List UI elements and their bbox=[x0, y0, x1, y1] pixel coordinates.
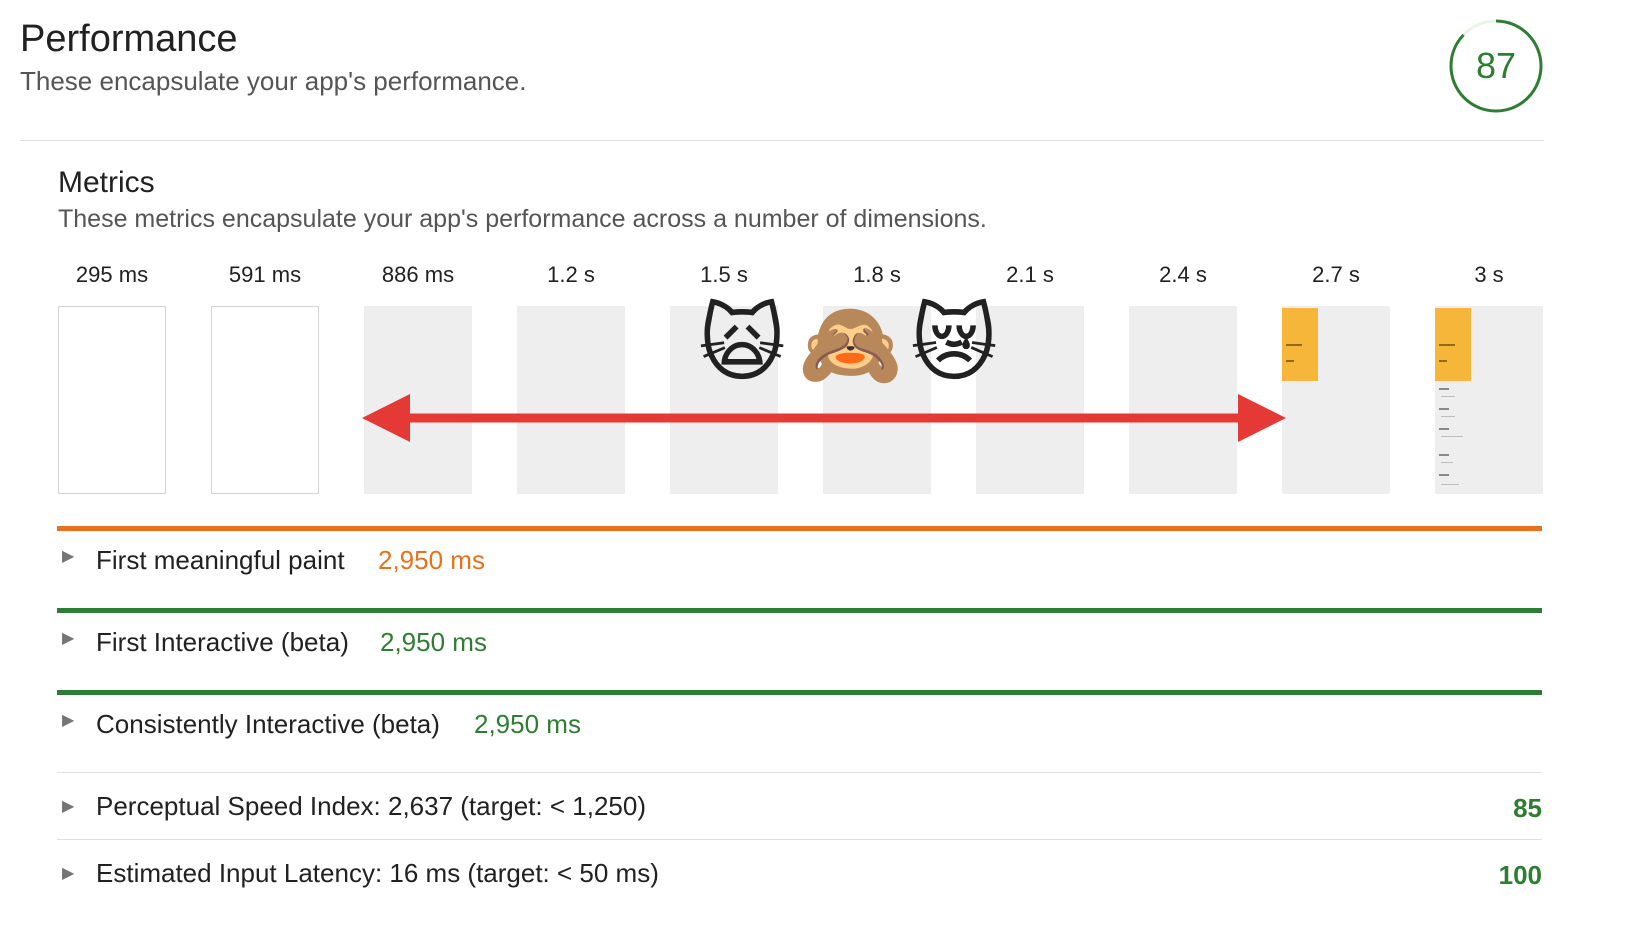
filmstrip-label: 1.5 s bbox=[700, 262, 748, 287]
filmstrip-label: 2.4 s bbox=[1159, 262, 1207, 287]
filmstrip-frame bbox=[211, 306, 319, 494]
header-divider bbox=[20, 140, 1544, 141]
metric-label[interactable]: First meaningful paint bbox=[96, 545, 345, 576]
thumbnail-line bbox=[1439, 344, 1455, 346]
metric-label[interactable]: Perceptual Speed Index: 2,637 (target: <… bbox=[96, 791, 646, 822]
row-divider bbox=[57, 772, 1542, 773]
thumbnail-line bbox=[1441, 436, 1463, 437]
filmstrip-label: 2.7 s bbox=[1312, 262, 1360, 287]
disclosure-triangle-icon[interactable]: ▶ bbox=[62, 863, 74, 883]
disclosure-triangle-icon[interactable]: ▶ bbox=[62, 796, 74, 816]
metric-score: 100 bbox=[1498, 860, 1542, 890]
thumbnail-line bbox=[1439, 474, 1449, 476]
metric-status-bar bbox=[57, 608, 1542, 613]
filmstrip-label: 2.1 s bbox=[1006, 262, 1054, 287]
filmstrip-label: 591 ms bbox=[228, 262, 302, 287]
weary-cat-emoji: 🙀 bbox=[698, 297, 786, 391]
thumbnail-line bbox=[1286, 344, 1302, 346]
thumbnail-line bbox=[1439, 428, 1449, 430]
thumbnail-line bbox=[1441, 462, 1453, 463]
score-value: 87 bbox=[1475, 45, 1517, 86]
thumbnail-line bbox=[1439, 454, 1449, 456]
filmstrip-label: 1.8 s bbox=[853, 262, 901, 287]
metric-value: 2,950 ms bbox=[474, 709, 581, 739]
filmstrip-frame bbox=[1435, 306, 1543, 494]
metric-score: 85 bbox=[1513, 793, 1542, 823]
thumbnail-line bbox=[1441, 396, 1455, 397]
crying-cat-emoji: 😿 bbox=[910, 297, 998, 391]
metric-value: 2,950 ms bbox=[378, 545, 485, 575]
metric-status-bar bbox=[57, 690, 1542, 695]
disclosure-triangle-icon[interactable]: ▶ bbox=[62, 546, 74, 566]
row-divider bbox=[57, 839, 1542, 840]
thumbnail-line bbox=[1286, 360, 1294, 362]
see-no-evil-monkey-emoji: 🙈 bbox=[798, 297, 903, 391]
disclosure-triangle-icon[interactable]: ▶ bbox=[62, 628, 74, 648]
double-arrow-icon bbox=[362, 394, 1286, 442]
thumbnail-line bbox=[1441, 416, 1455, 417]
metric-label[interactable]: First Interactive (beta) bbox=[96, 627, 349, 658]
metrics-description: These metrics encapsulate your app's per… bbox=[58, 205, 987, 233]
thumbnail-line bbox=[1439, 388, 1449, 390]
filmstrip-frame bbox=[58, 306, 166, 494]
page-title: Performance bbox=[20, 18, 238, 60]
metric-value: 2,950 ms bbox=[380, 627, 487, 657]
metric-label[interactable]: Estimated Input Latency: 16 ms (target: … bbox=[96, 858, 659, 889]
filmstrip-label: 1.2 s bbox=[547, 262, 595, 287]
thumbnail-line bbox=[1441, 484, 1459, 485]
filmstrip-label: 295 ms bbox=[75, 262, 149, 287]
disclosure-triangle-icon[interactable]: ▶ bbox=[62, 710, 74, 730]
filmstrip-label: 3 s bbox=[1474, 262, 1504, 287]
metric-status-bar bbox=[57, 526, 1542, 531]
filmstrip-label: 886 ms bbox=[381, 262, 455, 287]
metric-label[interactable]: Consistently Interactive (beta) bbox=[96, 709, 440, 740]
metrics-heading: Metrics bbox=[58, 166, 155, 199]
thumbnail-line bbox=[1439, 408, 1449, 410]
page-subtitle: These encapsulate your app's performance… bbox=[20, 66, 527, 96]
filmstrip-frame bbox=[1282, 306, 1390, 494]
thumbnail-line bbox=[1439, 360, 1447, 362]
